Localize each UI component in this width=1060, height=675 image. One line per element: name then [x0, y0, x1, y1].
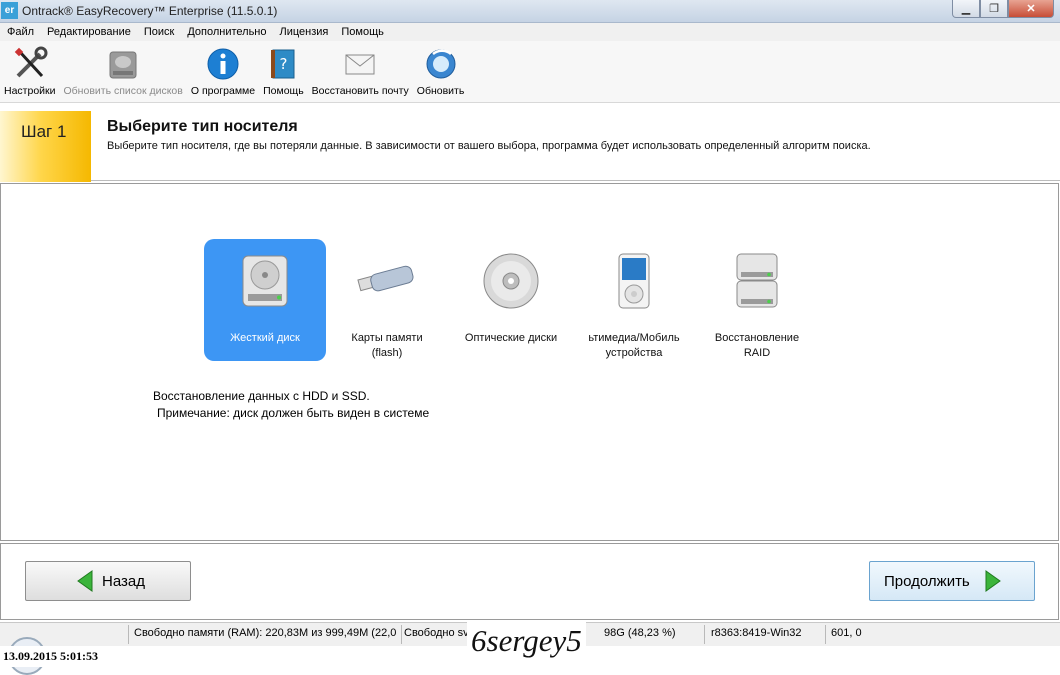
settings-button[interactable]: Настройки: [0, 41, 60, 102]
update-label: Обновить: [416, 85, 465, 97]
close-icon: ✕: [1026, 3, 1036, 15]
memory-card-line1: Карты памяти: [351, 332, 423, 344]
close-button[interactable]: ✕: [1008, 0, 1054, 18]
back-arrow-icon: [77, 570, 93, 592]
status-separator: [825, 625, 826, 644]
menu-edit[interactable]: Редактирование: [40, 23, 137, 41]
media-raid[interactable]: Восстановление RAID: [696, 239, 818, 361]
help-button[interactable]: ? Помощь: [259, 41, 308, 102]
usb-flash-icon: [357, 265, 414, 292]
media-note: Примечание: диск должен быть виден в сис…: [157, 406, 430, 420]
menu-help[interactable]: Помощь: [334, 23, 390, 41]
refresh-disks-label: Обновить список дисков: [63, 85, 183, 97]
update-globe-icon: [426, 49, 456, 79]
status-separator: [704, 625, 705, 644]
settings-label: Настройки: [4, 85, 56, 97]
media-hard-disk-label: Жесткий диск: [230, 332, 300, 344]
restore-mail-button[interactable]: Восстановить почту: [308, 41, 413, 102]
media-mobile-label: ьтимедиа/Мобиль устройства: [563, 331, 705, 361]
step-description: Выберите тип носителя, где вы потеряли д…: [107, 140, 871, 152]
media-memory-card[interactable]: Карты памяти (flash): [326, 239, 448, 361]
menu-file[interactable]: Файл: [0, 23, 40, 41]
help-book-icon: ?: [271, 49, 295, 79]
status-coordinates: 601, 0: [831, 627, 862, 639]
status-disk-usage: 98G (48,23 %): [604, 627, 676, 639]
watermark: 6sergey5: [467, 621, 586, 661]
title-bar: er Ontrack® EasyRecovery™ Enterprise (11…: [0, 0, 1060, 23]
step-header: Шаг 1 Выберите тип носителя Выберите тип…: [0, 103, 1060, 182]
toolbar: Настройки Обновить список дисков О прогр…: [0, 41, 1060, 103]
minimize-icon: ▁: [961, 3, 971, 15]
back-button-label: Назад: [102, 572, 145, 590]
mobile-line1: ьтимедиа/Мобиль: [588, 332, 680, 344]
minimize-button[interactable]: ▁: [952, 0, 980, 18]
status-separator: [128, 625, 129, 644]
disk-list-icon: [109, 51, 137, 79]
capture-datetime: 13.09.2015 5:01:53: [3, 649, 98, 663]
status-separator: [401, 625, 402, 644]
media-description: Восстановление данных с HDD и SSD.: [153, 389, 370, 403]
menu-advanced[interactable]: Дополнительно: [180, 23, 272, 41]
update-button[interactable]: Обновить: [413, 41, 469, 102]
hard-disk-icon: [242, 255, 288, 307]
continue-button[interactable]: Продолжить: [869, 561, 1035, 601]
forward-arrow-icon: [985, 570, 1001, 592]
raid-line1: Восстановление: [714, 332, 800, 344]
media-memory-card-label: Карты памяти (flash): [316, 331, 458, 361]
status-free-space: Свободно sv: [404, 627, 469, 639]
raid-icon: [736, 253, 778, 308]
media-raid-label: Восстановление RAID: [686, 331, 828, 361]
mobile-line2: устройства: [605, 347, 663, 359]
step-badge: Шаг 1: [0, 111, 91, 182]
media-optical-label: Оптические диски: [464, 332, 558, 344]
back-button[interactable]: Назад: [25, 561, 191, 601]
info-icon: [207, 48, 239, 80]
step-number: Шаг 1: [21, 122, 67, 141]
status-memory: Свободно памяти (RAM): 220,83M из 999,49…: [134, 627, 397, 639]
media-optical[interactable]: Оптические диски: [450, 239, 572, 361]
navigation-area: Назад Продолжить: [0, 543, 1059, 620]
help-label: Помощь: [263, 85, 304, 97]
about-button[interactable]: О программе: [187, 41, 259, 102]
svg-text:?: ?: [280, 55, 288, 73]
restore-icon: ❐: [989, 3, 999, 15]
media-hard-disk[interactable]: Жесткий диск: [204, 239, 326, 361]
media-mobile[interactable]: ьтимедиа/Мобиль устройства: [573, 239, 695, 361]
optical-disc-icon: [483, 253, 539, 309]
status-build: r8363:8419-Win32: [711, 627, 802, 639]
raid-line2: RAID: [743, 347, 771, 359]
window-controls: ▁ ❐ ✕: [952, 0, 1054, 18]
wrench-screwdriver-icon: [14, 46, 48, 78]
envelope-icon: [345, 54, 375, 75]
step-title: Выберите тип носителя: [107, 118, 298, 135]
menu-bar: Файл Редактирование Поиск Дополнительно …: [0, 23, 1060, 41]
continue-button-label: Продолжить: [884, 572, 970, 590]
restore-mail-label: Восстановить почту: [311, 85, 409, 97]
memory-card-line2: (flash): [371, 347, 403, 359]
menu-search[interactable]: Поиск: [137, 23, 180, 41]
media-selection-panel: Жесткий диск Карты памяти (flash) Оптиче…: [0, 183, 1059, 541]
maximize-button[interactable]: ❐: [980, 0, 1008, 18]
window-title: Ontrack® EasyRecovery™ Enterprise (11.5.…: [22, 4, 278, 18]
about-label: О программе: [190, 85, 256, 97]
refresh-disks-button[interactable]: Обновить список дисков: [60, 41, 187, 102]
media-player-icon: [618, 253, 650, 309]
menu-license[interactable]: Лицензия: [273, 23, 335, 41]
app-logo-icon: er: [1, 2, 18, 19]
